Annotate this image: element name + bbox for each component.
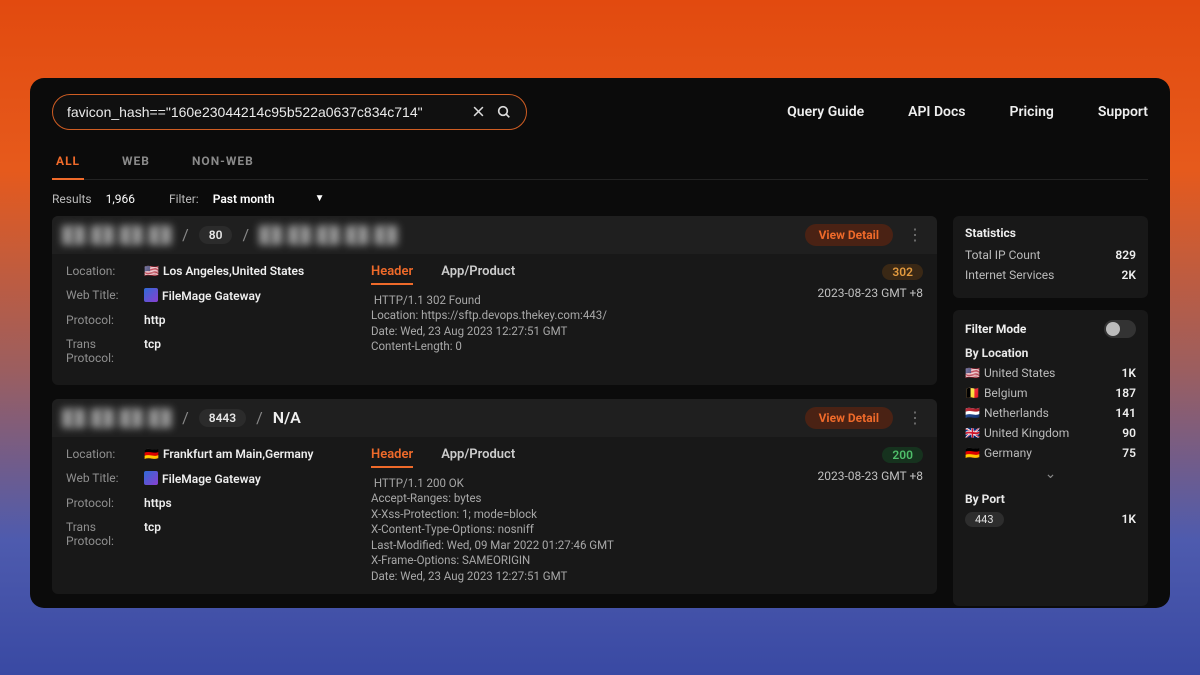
port-filter-row[interactable]: 4431K — [965, 512, 1136, 527]
app-window: Query Guide API Docs Pricing Support ALL… — [30, 78, 1170, 608]
result-card: ██.██.██.██ / 80 / ██.██.██.██.██ View D… — [52, 216, 937, 385]
location-filter-row[interactable]: 🇬🇧United Kingdom90 — [965, 426, 1136, 440]
tab-web[interactable]: WEB — [118, 146, 154, 179]
time-filter-select[interactable]: Past month ▼ — [213, 192, 325, 206]
status-badge: 302 — [882, 264, 923, 280]
result-card-header: ██.██.██.██ / 80 / ██.██.██.██.██ View D… — [52, 216, 937, 254]
search-box — [52, 94, 527, 130]
time-filter-value: Past month — [213, 192, 275, 206]
response-body: HTTP/1.1 302 Found Location: https://sft… — [371, 293, 773, 355]
nav-api-docs[interactable]: API Docs — [908, 104, 965, 120]
timestamp: 2023-08-23 GMT +8 — [818, 469, 924, 483]
ip-obscured: ██.██.██.██ — [62, 225, 172, 245]
tab-header[interactable]: Header — [371, 447, 413, 468]
results-count: 1,966 — [106, 192, 135, 206]
view-detail-button[interactable]: View Detail — [805, 407, 893, 429]
clear-icon[interactable] — [471, 104, 486, 119]
location-filter-row[interactable]: 🇩🇪Germany75 — [965, 446, 1136, 460]
tab-all[interactable]: ALL — [52, 146, 84, 180]
response-pane: Header App/Product HTTP/1.1 302 Found Lo… — [371, 264, 773, 375]
favicon-icon — [144, 471, 158, 485]
filter-panel: Filter Mode By Location 🇺🇸United States1… — [953, 310, 1148, 606]
chevron-down-icon: ▼ — [315, 193, 325, 204]
view-detail-button[interactable]: View Detail — [805, 224, 893, 246]
top-row: Query Guide API Docs Pricing Support — [52, 94, 1148, 130]
response-body: HTTP/1.1 200 OK Accept-Ranges: bytes X-X… — [371, 476, 773, 585]
timestamp: 2023-08-23 GMT +8 — [818, 286, 924, 300]
filter-mode-toggle[interactable] — [1104, 320, 1136, 338]
results-bar: Results 1,966 Filter: Past month ▼ — [52, 192, 1148, 206]
result-type-tabs: ALL WEB NON-WEB — [52, 146, 1148, 180]
port-chip: 8443 — [199, 409, 246, 427]
result-card-header: ██.██.██.██ / 8443 / N/A View Detail ⋮ — [52, 399, 937, 437]
nav-query-guide[interactable]: Query Guide — [787, 104, 864, 120]
location-filter-row[interactable]: 🇧🇪Belgium187 — [965, 386, 1136, 400]
tab-app-product[interactable]: App/Product — [441, 447, 515, 468]
ip-obscured: ██.██.██.██ — [62, 408, 172, 428]
stats-panel: Statistics Total IP Count829 Internet Ser… — [953, 216, 1148, 298]
filter-label: Filter: — [169, 192, 199, 206]
by-port-heading: By Port — [965, 492, 1136, 506]
results-label: Results — [52, 192, 92, 206]
by-location-heading: By Location — [965, 346, 1136, 360]
results-list: ██.██.██.██ / 80 / ██.██.██.██.██ View D… — [52, 216, 937, 606]
result-meta: Location:🇺🇸Los Angeles,United States Web… — [66, 264, 351, 375]
top-nav: Query Guide API Docs Pricing Support — [787, 104, 1148, 120]
search-input[interactable] — [67, 104, 461, 120]
more-options-icon[interactable]: ⋮ — [903, 225, 927, 244]
response-pane: Header App/Product HTTP/1.1 200 OK Accep… — [371, 447, 773, 585]
result-meta: Location:🇩🇪Frankfurt am Main,Germany Web… — [66, 447, 351, 585]
nav-pricing[interactable]: Pricing — [1009, 104, 1053, 120]
stat-row: Total IP Count829 — [965, 248, 1136, 262]
stats-title: Statistics — [965, 226, 1136, 240]
port-chip: 80 — [199, 226, 233, 244]
location-filter-row[interactable]: 🇳🇱Netherlands141 — [965, 406, 1136, 420]
sidebar: Statistics Total IP Count829 Internet Ser… — [953, 216, 1148, 606]
filter-mode-label: Filter Mode — [965, 322, 1026, 336]
content-columns: ██.██.██.██ / 80 / ██.██.██.██.██ View D… — [52, 216, 1148, 606]
stat-row: Internet Services2K — [965, 268, 1136, 282]
status-badge: 200 — [882, 447, 923, 463]
more-options-icon[interactable]: ⋮ — [903, 408, 927, 427]
tab-app-product[interactable]: App/Product — [441, 264, 515, 285]
result-card: ██.██.██.██ / 8443 / N/A View Detail ⋮ L… — [52, 399, 937, 595]
tab-header[interactable]: Header — [371, 264, 413, 285]
tab-nonweb[interactable]: NON-WEB — [188, 146, 258, 179]
favicon-icon — [144, 288, 158, 302]
location-filter-row[interactable]: 🇺🇸United States1K — [965, 366, 1136, 380]
nav-support[interactable]: Support — [1098, 104, 1148, 120]
search-icon[interactable] — [496, 104, 512, 120]
locations-expand[interactable]: ⌄ — [965, 466, 1136, 482]
